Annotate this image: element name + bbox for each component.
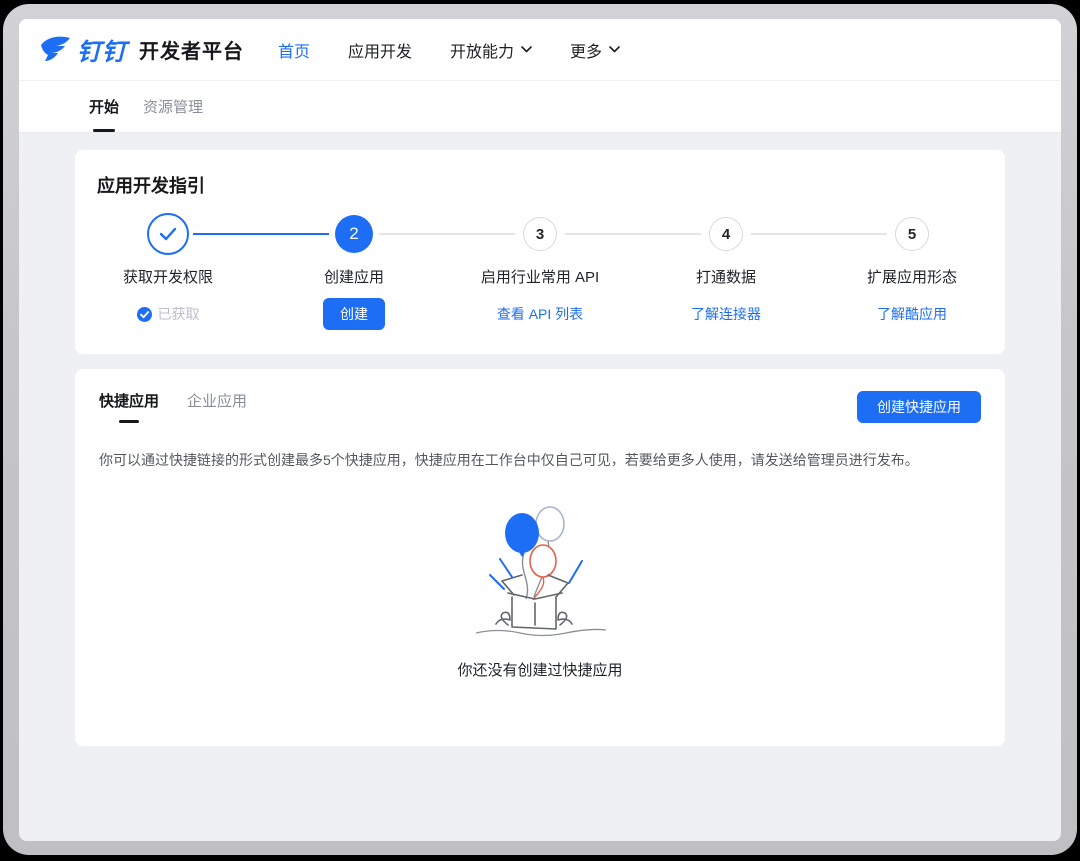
nav-item-open-capability[interactable]: 开放能力 <box>450 38 532 62</box>
dingtalk-wing-icon <box>39 35 71 65</box>
create-app-button[interactable]: 创建 <box>323 298 385 330</box>
step-enable-api: 3 启用行业常用 API 查看 API 列表 <box>447 212 633 330</box>
nav-item-more[interactable]: 更多 <box>570 38 620 62</box>
nav-item-label: 开放能力 <box>450 38 514 62</box>
apps-tab-label: 企业应用 <box>187 390 247 411</box>
gift-box-balloons-illustration <box>456 497 624 645</box>
empty-state-text: 你还没有创建过快捷应用 <box>457 659 622 680</box>
subtab-resource-management[interactable]: 资源管理 <box>143 81 203 132</box>
step-label: 打通数据 <box>696 266 756 287</box>
step-label: 启用行业常用 API <box>481 266 599 287</box>
step-connector <box>261 233 329 235</box>
active-tab-indicator <box>93 129 115 132</box>
step-label: 创建应用 <box>324 266 384 287</box>
learn-connector-link[interactable]: 了解连接器 <box>691 304 761 324</box>
window-frame: 钉钉 开发者平台 首页 应用开发 开放能力 更多 <box>3 4 1077 855</box>
nav-item-app-dev[interactable]: 应用开发 <box>348 38 412 62</box>
active-tab-indicator <box>119 420 139 423</box>
check-icon <box>159 227 177 241</box>
step-connector <box>193 233 261 235</box>
top-nav: 首页 应用开发 开放能力 更多 <box>278 38 620 62</box>
step-connect-data: 4 打通数据 了解连接器 <box>633 212 819 330</box>
step-current-circle: 2 <box>335 215 373 253</box>
subtab-label: 开始 <box>89 96 119 117</box>
nav-item-label: 应用开发 <box>348 38 412 62</box>
step-circle: 4 <box>709 217 743 251</box>
main-content: 应用开发指引 获取开发权限 <box>19 133 1061 841</box>
nav-item-label: 首页 <box>278 38 310 62</box>
check-circle-icon <box>137 307 152 322</box>
step-connector <box>751 233 819 235</box>
learn-cool-app-link[interactable]: 了解酷应用 <box>877 304 947 324</box>
apps-tabs: 快捷应用 企业应用 <box>99 390 247 423</box>
brand-name: 钉钉 <box>77 32 127 67</box>
step-circle: 3 <box>523 217 557 251</box>
create-quick-app-button[interactable]: 创建快捷应用 <box>857 391 981 423</box>
brand-product: 开发者平台 <box>139 35 244 64</box>
view-api-list-link[interactable]: 查看 API 列表 <box>497 304 583 324</box>
chevron-down-icon <box>609 46 620 53</box>
subtab-label: 资源管理 <box>143 96 203 117</box>
step-get-permission: 获取开发权限 已获取 <box>75 212 261 330</box>
step-extend-app: 5 扩展应用形态 了解酷应用 <box>819 212 1005 330</box>
step-status: 已获取 <box>137 304 200 324</box>
step-circle: 5 <box>895 217 929 251</box>
guide-title: 应用开发指引 <box>75 172 1005 198</box>
nav-item-home[interactable]: 首页 <box>278 38 310 62</box>
sub-nav: 开始 资源管理 <box>19 81 1061 133</box>
quick-app-description: 你可以通过快捷链接的形式创建最多5个快捷应用，快捷应用在工作台中仅自己可见，若要… <box>75 450 1005 471</box>
subtab-start[interactable]: 开始 <box>89 81 119 132</box>
nav-item-label: 更多 <box>570 38 602 62</box>
step-connector <box>447 233 515 235</box>
tab-quick-apps[interactable]: 快捷应用 <box>99 390 159 423</box>
step-connector <box>819 233 887 235</box>
step-connector <box>379 233 447 235</box>
step-label: 获取开发权限 <box>123 266 213 287</box>
step-done-circle <box>147 213 189 255</box>
dingtalk-logo[interactable]: 钉钉 开发者平台 <box>39 32 244 67</box>
step-connector <box>565 233 633 235</box>
apps-tab-label: 快捷应用 <box>99 390 159 411</box>
step-label: 扩展应用形态 <box>867 266 957 287</box>
dev-guide-card: 应用开发指引 获取开发权限 <box>75 150 1005 354</box>
apps-card: 快捷应用 企业应用 创建快捷应用 你可以通过快捷链接的形式创建最多5个快捷应用，… <box>75 369 1005 746</box>
chevron-down-icon <box>521 46 532 53</box>
screen: 钉钉 开发者平台 首页 应用开发 开放能力 更多 <box>19 19 1061 841</box>
tab-enterprise-apps[interactable]: 企业应用 <box>187 390 247 423</box>
step-create-app: 2 创建应用 创建 <box>261 212 447 330</box>
empty-state: 你还没有创建过快捷应用 <box>75 497 1005 680</box>
guide-stepper: 获取开发权限 已获取 <box>75 212 1005 330</box>
step-status-text: 已获取 <box>158 304 200 324</box>
top-header: 钉钉 开发者平台 首页 应用开发 开放能力 更多 <box>19 19 1061 81</box>
step-connector <box>633 233 701 235</box>
